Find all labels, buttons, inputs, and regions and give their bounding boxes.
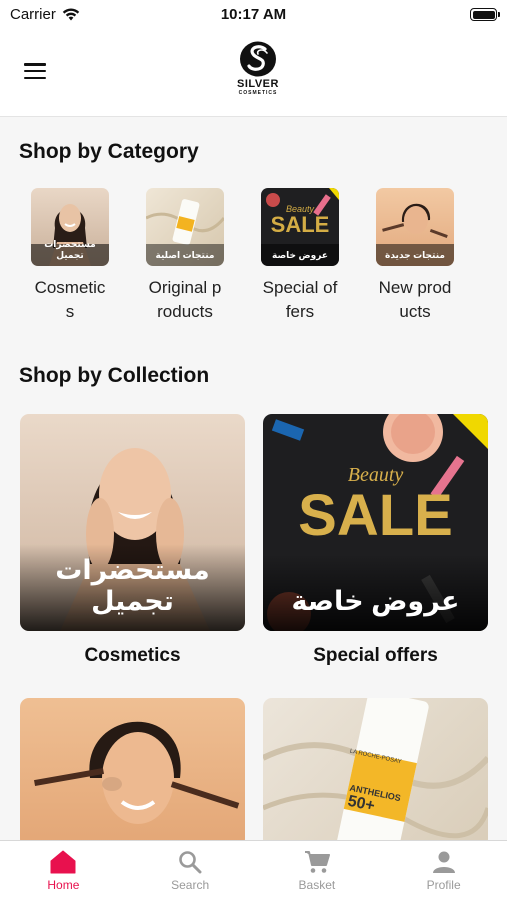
app-header: SILVER COSMETICS [0,30,507,117]
collection-card-cosmetics[interactable]: مستحضرات تجميل [20,414,245,631]
sale-big-text: SALE [270,212,330,237]
category-thumb-original: منتجات اصلية [146,188,224,266]
logo-mark-icon [240,41,276,77]
brand-logo[interactable]: SILVER COSMETICS [226,40,290,98]
model-makeup-image [34,721,240,824]
category-thumb-caption: عروض خاصة [272,250,328,260]
tab-home[interactable]: Home [0,841,127,900]
tab-search[interactable]: Search [127,841,254,900]
tab-label: Home [47,878,80,892]
category-item-new-products[interactable]: منتجات جديدة New products [365,188,465,324]
category-item-special-offers[interactable]: Beauty SALE عروض خاصة Special offers [250,188,350,324]
category-thumb-cosmetics: مستحضرات تجميل [31,188,109,266]
collection-card-title[interactable]: Cosmetics [20,645,245,667]
collection-card-new-products[interactable] [20,698,245,848]
category-thumb-special: Beauty SALE عروض خاصة [261,188,339,266]
sunscreen-bottle-image [263,698,488,848]
category-thumb-new: منتجات جديدة [376,188,454,266]
tab-label: Profile [426,878,461,892]
logo-word: SILVER [237,78,279,90]
logo-subtitle: COSMETICS [238,90,278,96]
sale-big-text: SALE [298,483,453,548]
home-icon [50,850,76,874]
tab-label: Basket [298,878,336,892]
category-label: New products [378,278,452,321]
tab-label: Search [171,878,210,892]
search-icon [179,851,202,874]
category-label: Original products [148,278,222,321]
collection-section-title: Shop by Collection [19,364,210,387]
tab-profile[interactable]: Profile [380,841,507,900]
category-label: Cosmetics [34,278,106,321]
category-item-cosmetics[interactable]: مستحضرات تجميل Cosmetics [20,188,120,324]
status-time: 10:17 AM [220,6,287,23]
battery-icon [470,8,500,21]
cart-icon [304,851,330,873]
category-section-title: Shop by Category [19,140,199,163]
collection-card-special-offers[interactable]: Beauty SALE عروض خاصة [263,414,488,631]
profile-icon [432,851,455,873]
collection-card-original-products[interactable]: LA ROCHE-POSAY ANTHELIOS 50+ [263,698,488,848]
collection-card-caption: مستحضرات تجميل [55,555,210,616]
category-thumb-caption: منتجات جديدة [385,250,445,260]
category-label: Special offers [262,278,338,321]
category-thumb-caption: مستحضرات تجميل [44,239,96,260]
tab-basket[interactable]: Basket [254,841,381,900]
bottom-tab-bar: Home Search Basket Profile [0,840,507,900]
status-bar: Carrier 10:17 AM [0,0,507,30]
hamburger-menu-icon[interactable] [24,63,46,79]
collection-card-title[interactable]: Special offers [263,645,488,667]
collection-card-caption: عروض خاصة [291,586,460,616]
category-item-original-products[interactable]: منتجات اصلية Original products [135,188,235,324]
category-thumb-caption: منتجات اصلية [155,250,215,260]
